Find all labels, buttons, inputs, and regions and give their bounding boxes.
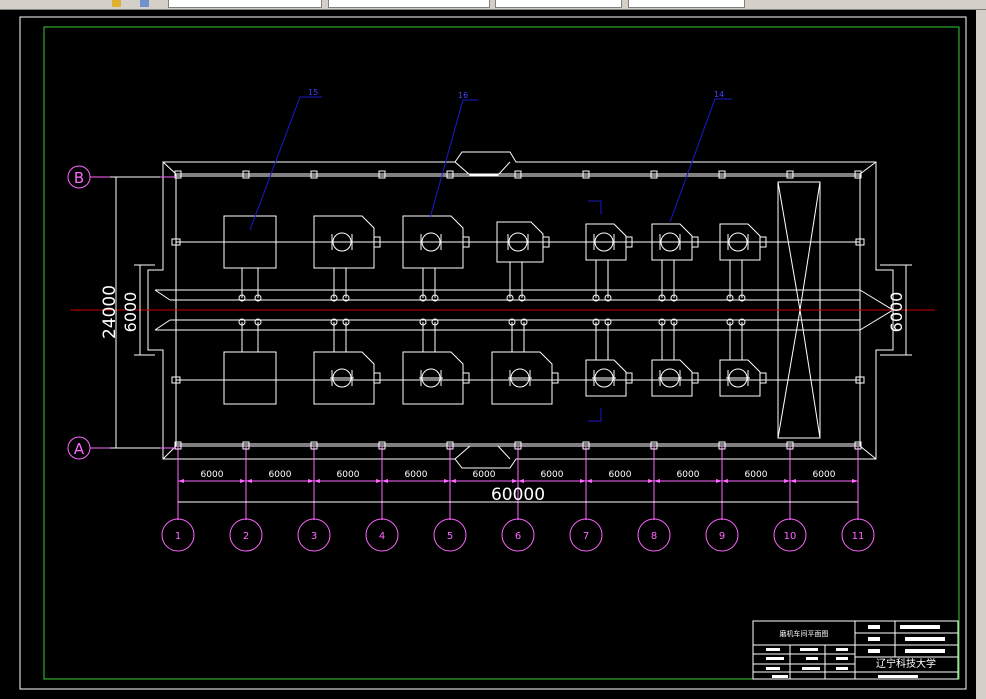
mill-unit [402, 215, 470, 302]
mill-unit [651, 223, 699, 302]
total-width-label: 24000 [100, 285, 120, 339]
column-axis-9: 9 [705, 170, 739, 552]
row-axis-label: A [74, 440, 85, 458]
bay-dimension: 6000 [654, 470, 722, 483]
bay-dimension-label: 6000 [609, 470, 632, 480]
row-axis-label: B [74, 169, 84, 187]
section-mark [588, 408, 602, 422]
mill-unit [719, 318, 767, 397]
callout-leaders [249, 96, 732, 231]
column-axis-label: 6 [515, 531, 521, 542]
bay-dimension: 6000 [790, 470, 858, 483]
drawing-frame [43, 26, 960, 680]
mill-unit [402, 318, 470, 405]
column-axis-label: 5 [447, 531, 453, 542]
bay-dimension: 6000 [178, 470, 246, 483]
callout-16: 16 [458, 91, 468, 100]
span-left-label: 6000 [121, 292, 140, 333]
bay-dimension-label: 6000 [269, 470, 292, 480]
mill-unit [313, 318, 381, 405]
bay-dimension-label: 6000 [405, 470, 428, 480]
column-axis-label: 11 [852, 531, 865, 542]
column-axis-label: 4 [379, 531, 385, 542]
section-mark [588, 200, 602, 214]
bay-dimension-label: 6000 [745, 470, 768, 480]
column-axis-label: 2 [243, 531, 249, 542]
column-axis-label: 7 [583, 531, 589, 542]
column-axis-label: 10 [784, 531, 797, 542]
school-name: 辽宁科技大学 [876, 657, 936, 670]
width-dimension [110, 176, 912, 449]
total-length-label: 60000 [491, 485, 545, 505]
bay-dimension: 6000 [722, 470, 790, 483]
column-axis-8: 8 [637, 170, 671, 552]
mill-unit [719, 223, 767, 302]
bay-dimension: 6000 [586, 470, 654, 483]
callout-14: 14 [714, 90, 724, 99]
callout-15: 15 [308, 88, 318, 97]
bay-dimension-label: 6000 [201, 470, 224, 480]
column-axis-11: 11 [841, 170, 875, 552]
mill-unit [585, 223, 633, 302]
mill-unit [313, 215, 381, 302]
bay-dimension-label: 6000 [677, 470, 700, 480]
mill-unit [585, 318, 633, 397]
bay-dimension-label: 6000 [337, 470, 360, 480]
bay-dimension-label: 6000 [473, 470, 496, 480]
bay-dimension: 6000 [382, 470, 450, 483]
bay-dimension: 6000 [314, 470, 382, 483]
mill-unit [496, 221, 550, 302]
column-axis-label: 3 [311, 531, 317, 542]
cad-drawing: 1 2 3 4 5 6 7 8 9 10 11 6000 6000 6000 6000 6000 6000 60… [19, 16, 967, 690]
column-axis-1: 1 [161, 170, 195, 552]
span-right-label: 6000 [887, 292, 906, 333]
column-axis-label: 8 [651, 531, 657, 542]
bay-dimension-label: 6000 [541, 470, 564, 480]
drawing-title: 磨机车间平面图 [780, 629, 829, 638]
column-axis-label: 9 [719, 531, 725, 542]
bin-unit [223, 318, 277, 405]
column-axis-5: 5 [433, 170, 467, 552]
mill-unit [651, 318, 699, 397]
bay-dimension: 6000 [246, 470, 314, 483]
column-axis-10: 10 [773, 170, 807, 552]
column-axis-label: 1 [175, 531, 181, 542]
column-axis-2: 2 [229, 170, 263, 552]
mill-unit [491, 318, 559, 405]
bay-dimension: 6000 [518, 470, 586, 483]
sheet-border [19, 16, 967, 690]
bay-dimension-label: 6000 [813, 470, 836, 480]
bay-dimension: 6000 [450, 470, 518, 483]
